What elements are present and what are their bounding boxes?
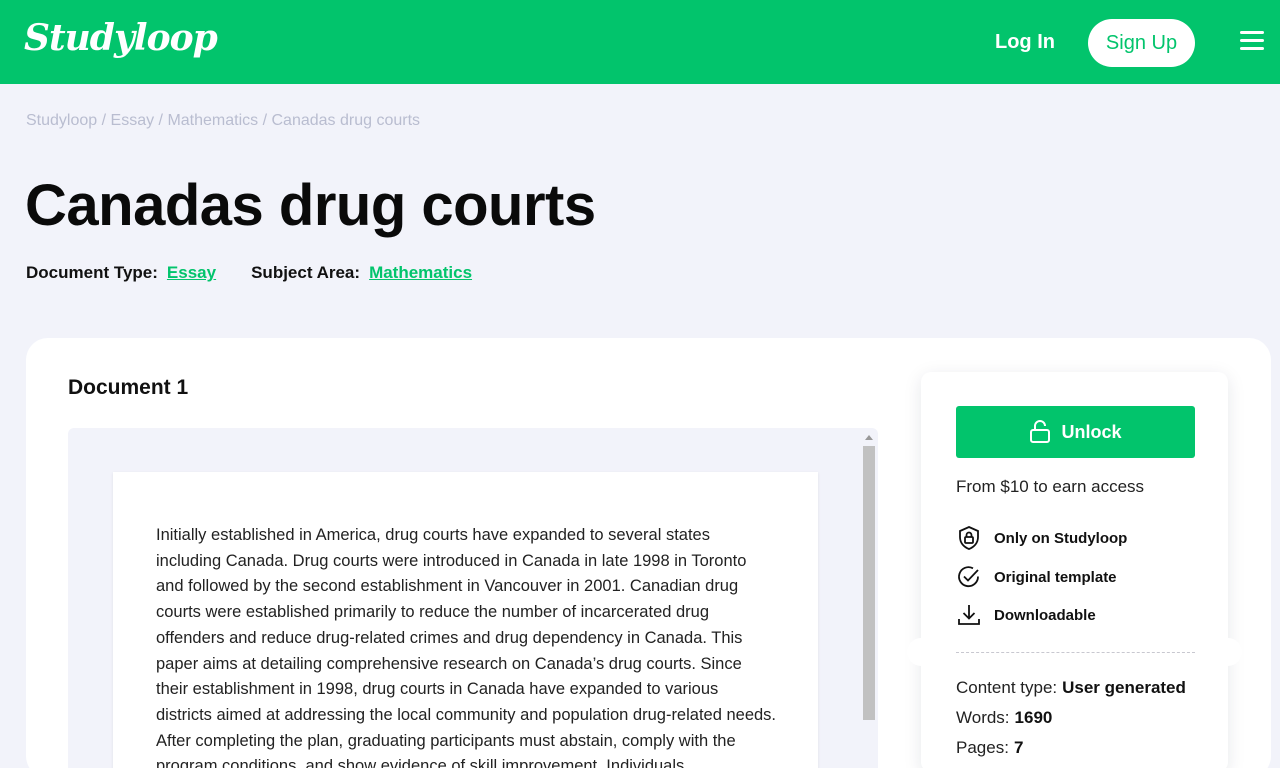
- pages-value: 7: [1013, 738, 1024, 757]
- feature-downloadable: Downloadable: [956, 601, 1096, 629]
- scrollbar-thumb[interactable]: [863, 446, 875, 720]
- panel-notch-right: [1214, 638, 1242, 666]
- breadcrumb: Studyloop / Essay / Mathematics / Canada…: [26, 112, 420, 130]
- document-page: Initially established in America, drug c…: [113, 472, 818, 768]
- logo-text: Studyloop: [24, 17, 218, 59]
- shield-lock-icon: [959, 526, 979, 550]
- content-type-value: User generated: [1062, 678, 1186, 697]
- breadcrumb-item-mathematics[interactable]: Mathematics: [167, 112, 258, 129]
- scroll-up-arrow-icon[interactable]: [865, 435, 873, 440]
- document-type-label: Document Type:: [26, 263, 158, 282]
- viewer-scrollbar[interactable]: [862, 432, 876, 768]
- words-value: 1690: [1014, 708, 1053, 727]
- feature-label: Original template: [994, 568, 1117, 586]
- studyloop-logo[interactable]: Studyloop: [24, 12, 218, 64]
- document-meta: Document Type: Essay Subject Area: Mathe…: [26, 263, 472, 283]
- words-label: Words:: [956, 708, 1010, 727]
- content-type-row: Content type: User generated: [956, 678, 1186, 698]
- breadcrumb-item-studyloop[interactable]: Studyloop: [26, 112, 97, 129]
- download-icon: [958, 605, 980, 625]
- price-text: From $10 to earn access: [956, 477, 1145, 496]
- page-title: Canadas drug courts: [25, 173, 596, 238]
- check-circle-icon: [958, 566, 979, 588]
- panel-notch-left: [907, 638, 935, 666]
- unlock-label: Unlock: [1061, 421, 1122, 442]
- content-type-label: Content type:: [956, 678, 1058, 697]
- document-type-link[interactable]: Essay: [167, 263, 216, 283]
- unlock-icon: [1030, 420, 1051, 443]
- hamburger-menu-icon[interactable]: [1238, 28, 1266, 54]
- panel-divider: [956, 652, 1195, 653]
- breadcrumb-item-essay[interactable]: Essay: [111, 112, 155, 129]
- pages-row: Pages: 7: [956, 738, 1023, 758]
- signup-button[interactable]: Sign Up: [1088, 19, 1195, 67]
- top-header: Studyloop Log In Sign Up: [0, 0, 1280, 84]
- document-text: Initially established in America, drug c…: [156, 526, 777, 768]
- pages-label: Pages:: [956, 738, 1009, 757]
- words-row: Words: 1690: [956, 708, 1052, 728]
- subject-area-label: Subject Area:: [251, 263, 361, 282]
- subject-area-link[interactable]: Mathematics: [369, 263, 472, 283]
- breadcrumb-separator: /: [101, 112, 111, 129]
- breadcrumb-item-current: Canadas drug courts: [271, 112, 421, 129]
- unlock-button[interactable]: Unlock: [956, 406, 1195, 458]
- login-button[interactable]: Log In: [984, 24, 1066, 60]
- document-heading: Document 1: [68, 376, 189, 399]
- feature-original-template: Original template: [956, 563, 1117, 591]
- feature-only-on-studyloop: Only on Studyloop: [956, 524, 1127, 552]
- feature-label: Downloadable: [994, 606, 1096, 624]
- document-viewer[interactable]: Initially established in America, drug c…: [68, 428, 878, 768]
- feature-label: Only on Studyloop: [994, 529, 1128, 547]
